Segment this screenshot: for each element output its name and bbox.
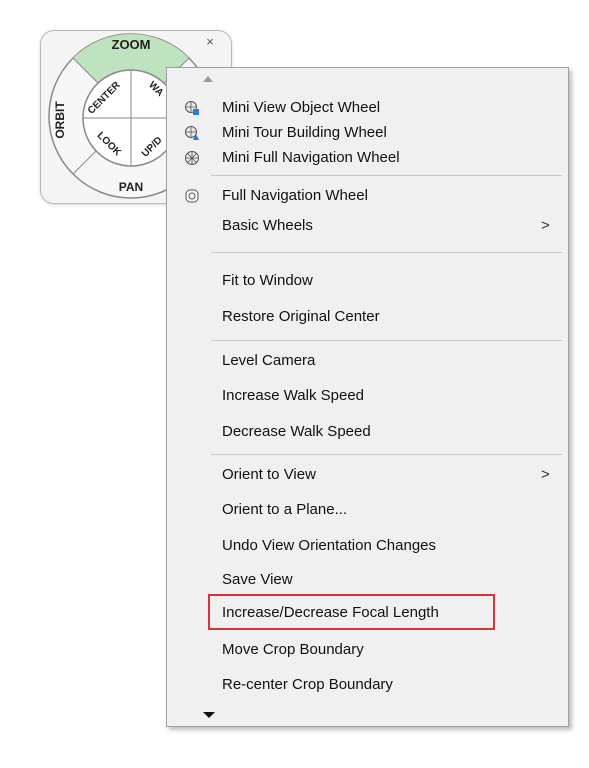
menu-item-move-crop-boundary[interactable]: Move Crop Boundary [167,638,568,662]
menu-item-orient-to-a-plane[interactable]: Orient to a Plane... [167,498,568,522]
menu-item-mini-full-navigation-wheel[interactable]: Mini Full Navigation Wheel [167,146,568,170]
menu-item-label: Increase Walk Speed [222,387,365,404]
menu-item-label: Save View [222,571,293,588]
full-navigation-wheel-icon [185,189,199,203]
menu-item-label: Basic Wheels [222,217,313,234]
menu-item-label: Fit to Window [222,272,313,289]
menu-item-label: Orient to a Plane... [222,501,348,518]
menu-item-level-camera[interactable]: Level Camera [167,349,568,373]
menu-item-label: Mini Tour Building Wheel [222,124,387,141]
mini-full-navigation-wheel-icon [185,151,199,165]
menu-item-orient-to-view[interactable]: Orient to View > [167,463,568,487]
menu-separator [211,175,562,176]
menu-item-re-center-crop-boundary[interactable]: Re-center Crop Boundary [167,673,568,697]
submenu-arrow-icon: > [541,217,550,234]
menu-separator [211,454,562,455]
orbit-label[interactable]: ORBIT [53,101,67,139]
pan-label[interactable]: PAN [119,180,143,194]
menu-item-full-navigation-wheel[interactable]: Full Navigation Wheel [167,184,568,208]
menu-item-basic-wheels[interactable]: Basic Wheels > [167,214,568,238]
mini-tour-building-wheel-icon [185,126,199,140]
menu-item-label: Re-center Crop Boundary [222,676,393,693]
submenu-arrow-icon: > [541,466,550,483]
menu-item-label: Decrease Walk Speed [222,423,371,440]
menu-item-mini-tour-building-wheel[interactable]: Mini Tour Building Wheel [167,121,568,145]
menu-item-label: Level Camera [222,352,316,369]
menu-separator [211,252,562,253]
menu-item-mini-view-object-wheel[interactable]: Mini View Object Wheel [167,96,568,120]
menu-item-undo-view-orientation-changes[interactable]: Undo View Orientation Changes [167,534,568,558]
menu-item-increase-walk-speed[interactable]: Increase Walk Speed [167,384,568,408]
menu-item-fit-to-window[interactable]: Fit to Window [167,269,568,293]
menu-item-label: Undo View Orientation Changes [222,537,437,554]
scroll-up-icon[interactable] [203,76,213,82]
menu-item-label: Mini Full Navigation Wheel [222,149,400,166]
context-menu: Mini View Object Wheel Mini Tour Buildin… [166,67,569,727]
menu-item-label: Mini View Object Wheel [222,99,381,116]
menu-item-label: Restore Original Center [222,308,380,325]
zoom-label[interactable]: ZOOM [112,37,151,52]
scroll-down-icon[interactable] [203,712,215,718]
menu-item-label: Orient to View [222,466,316,483]
menu-item-label: Full Navigation Wheel [222,187,368,204]
mini-view-object-wheel-icon [185,101,199,115]
menu-item-save-view[interactable]: Save View [167,568,568,592]
highlight-box [208,594,495,630]
close-icon[interactable]: × [203,35,217,49]
menu-separator [211,340,562,341]
menu-item-decrease-walk-speed[interactable]: Decrease Walk Speed [167,420,568,444]
menu-item-label: Move Crop Boundary [222,641,364,658]
menu-item-restore-original-center[interactable]: Restore Original Center [167,305,568,329]
